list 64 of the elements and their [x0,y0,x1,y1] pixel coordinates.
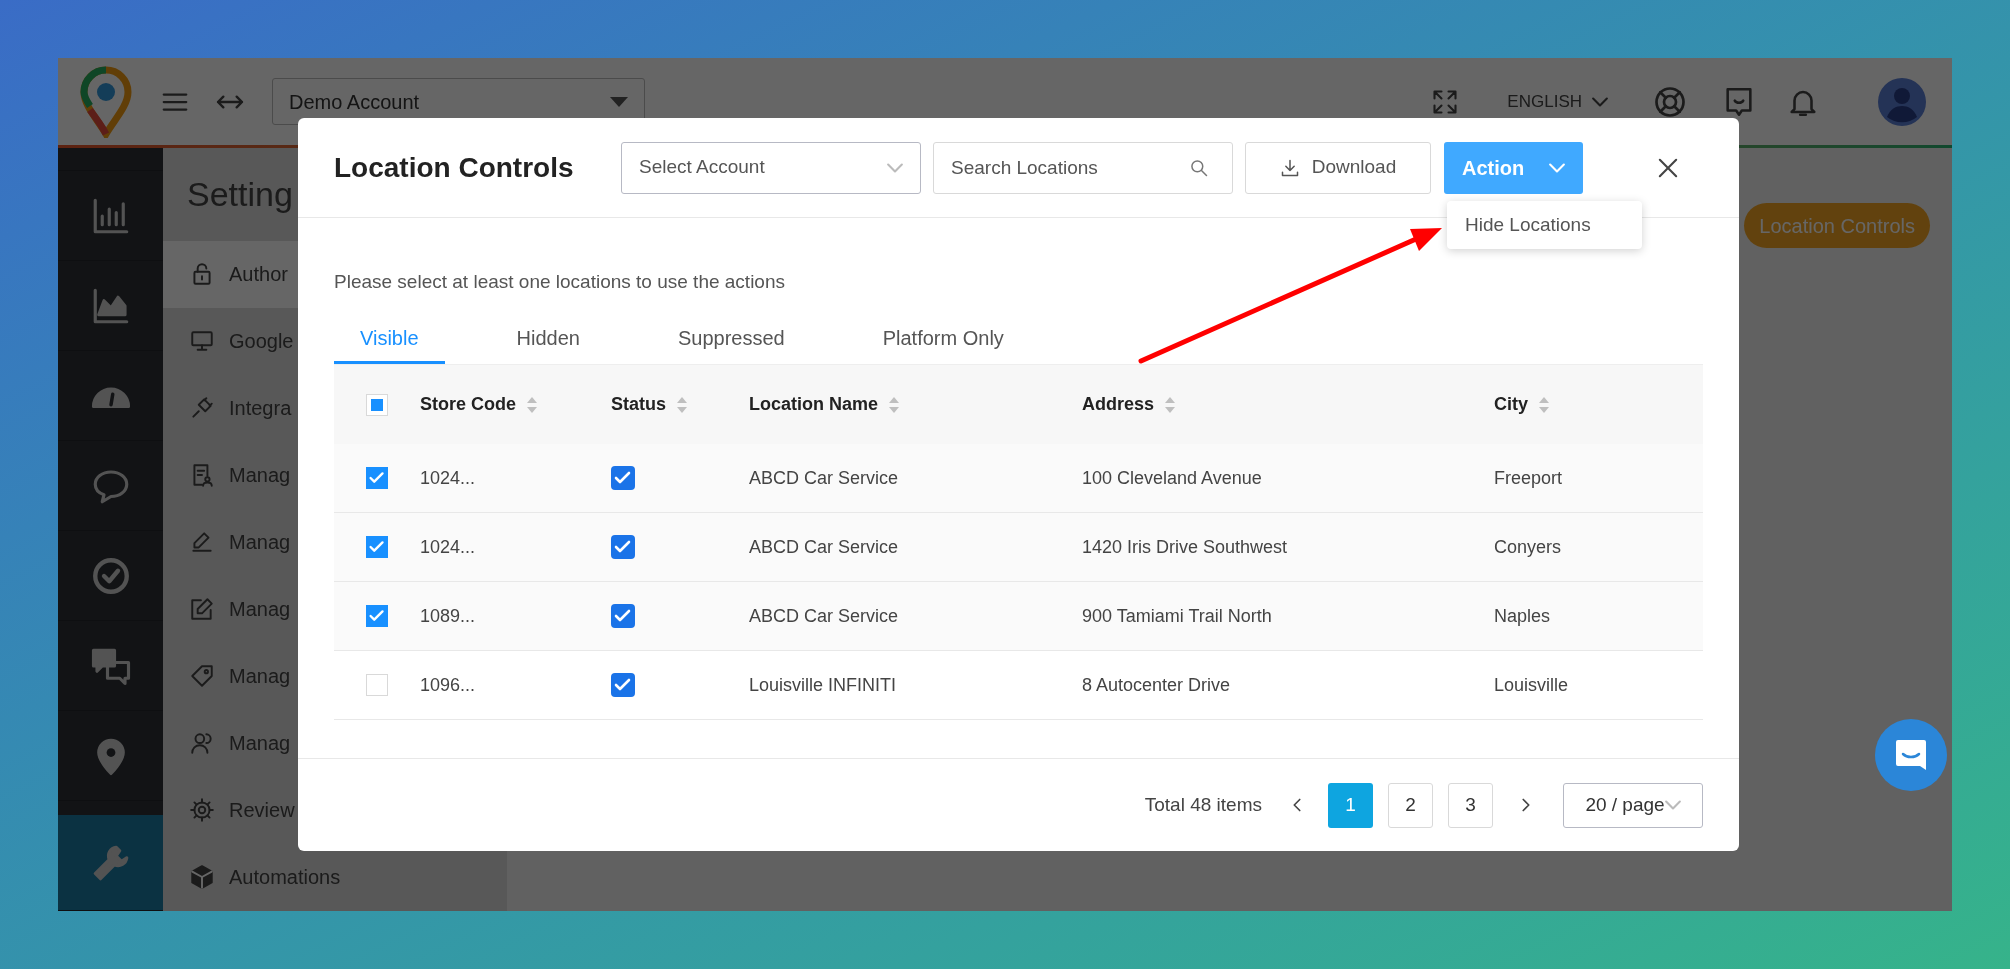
people-icon [189,730,215,757]
column-header: Status [611,393,666,416]
download-button[interactable]: Download [1245,141,1431,194]
nav-rail-item[interactable] [58,815,163,911]
page-button[interactable]: 3 [1448,782,1493,828]
table-cell: 1420 Iris Drive Southwest [1082,536,1288,557]
table-row[interactable]: 1024... ABCD Car Service 1420 Iris Drive Southwest Conyers [334,513,1703,582]
table-cell: 8 Autocenter Drive [1082,674,1231,695]
table-cell: 1024... [420,536,476,557]
table-cell: Conyers [1494,536,1562,557]
row-checkbox[interactable] [366,605,388,627]
chevron-down-icon [1549,162,1565,173]
download-icon [1279,157,1300,178]
row-checkbox[interactable] [366,467,388,489]
search-icon [1189,157,1209,178]
table-row[interactable]: 1089... ABCD Car Service 900 Tamiami Trail North Naples [334,582,1703,651]
column-header: Store Code [420,393,516,416]
avatar-icon[interactable] [1878,77,1926,126]
table-cell: 900 Tamiami Trail North [1082,605,1272,626]
table-row[interactable]: 1024... ABCD Car Service 100 Cleveland Avenue Freeport [334,444,1703,513]
tab[interactable]: Suppressed [651,314,811,364]
status-checkbox[interactable] [611,466,635,490]
table-cell: ABCD Car Service [749,536,899,557]
page-size-select[interactable]: 20 / page [1563,782,1703,828]
modal-title: Location Controls [334,150,575,185]
select-all-checkbox[interactable] [366,393,388,416]
table-cell: Naples [1494,605,1551,626]
column-header: City [1494,393,1528,416]
edit-icon [189,596,215,623]
table-cell: 100 Cleveland Avenue [1082,467,1262,488]
logo-icon [80,65,132,138]
column-header: Address [1082,393,1155,416]
total-items: Total 48 items [1144,792,1262,817]
tab[interactable]: Hidden [490,314,606,364]
column-header: Location Name [749,393,879,416]
tab[interactable]: Platform Only [856,314,1030,364]
table-cell: Louisville [1494,674,1569,695]
table-cell: Freeport [1494,467,1563,488]
tag-icon [189,663,215,690]
status-checkbox[interactable] [611,535,635,559]
status-checkbox[interactable] [611,604,635,628]
gear-icon [189,797,215,824]
cube-icon [189,864,215,891]
table-cell: ABCD Car Service [749,605,899,626]
table-cell: ABCD Car Service [749,467,899,488]
caret-icon [610,96,628,107]
settings-title: Setting [187,173,293,215]
expand-icon[interactable] [1431,87,1460,116]
row-checkbox[interactable] [366,674,388,696]
chat-icon [1894,738,1928,772]
table-cell: 1089... [420,605,476,626]
chevron-down-icon [887,162,903,173]
chevron-down-icon [1592,96,1608,107]
table-cell: 1024... [420,467,476,488]
status-checkbox[interactable] [611,673,635,697]
search-field[interactable]: Search Locations [933,141,1233,194]
table-cell: Louisville INFINITI [749,674,897,695]
account-select-field[interactable]: Select Account [621,141,921,194]
helper-text: Please select at least one locations to use the actions [334,270,786,294]
chevron-down-icon [1664,800,1681,810]
table-cell: 1096... [420,674,476,695]
menu-item[interactable]: Hide Locations [1447,207,1642,243]
row-checkbox[interactable] [366,536,388,558]
page-button[interactable]: 2 [1388,782,1433,828]
